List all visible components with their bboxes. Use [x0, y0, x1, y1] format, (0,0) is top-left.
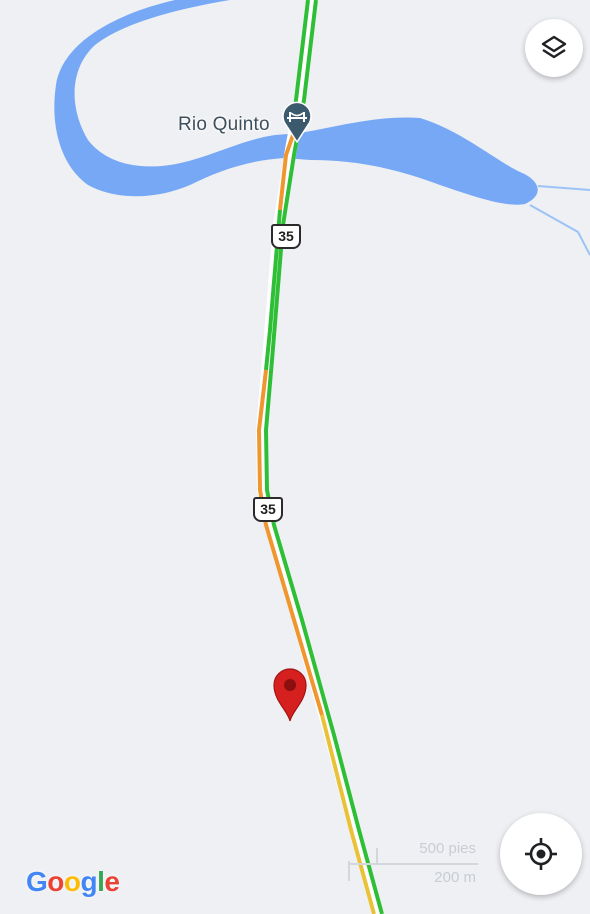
my-location-icon [525, 838, 557, 870]
bridge-place-icon[interactable] [281, 101, 313, 143]
stream [537, 185, 590, 191]
scale-imperial: 500 pies [419, 840, 476, 857]
place-label[interactable]: Rio Quinto [178, 114, 270, 136]
logo-letter: G [26, 866, 48, 897]
logo-letter: o [63, 866, 81, 897]
my-location-button[interactable] [500, 813, 582, 895]
stream [529, 204, 590, 256]
scale-metric: 200 m [434, 869, 476, 886]
logo-letter: e [104, 866, 120, 897]
red-location-pin-icon[interactable] [270, 665, 310, 723]
route-shield: 35 [253, 497, 283, 522]
google-logo: Google [26, 866, 120, 898]
logo-letter: o [47, 866, 64, 897]
logo-letter: g [80, 866, 98, 897]
map-scale: 500 pies 200 m [348, 836, 478, 886]
layers-button[interactable] [525, 19, 583, 77]
map-view[interactable]: Rio Quinto 35 35 500 pies 200 m Google [0, 0, 590, 914]
layers-icon [541, 35, 567, 59]
route-shield: 35 [271, 224, 301, 249]
